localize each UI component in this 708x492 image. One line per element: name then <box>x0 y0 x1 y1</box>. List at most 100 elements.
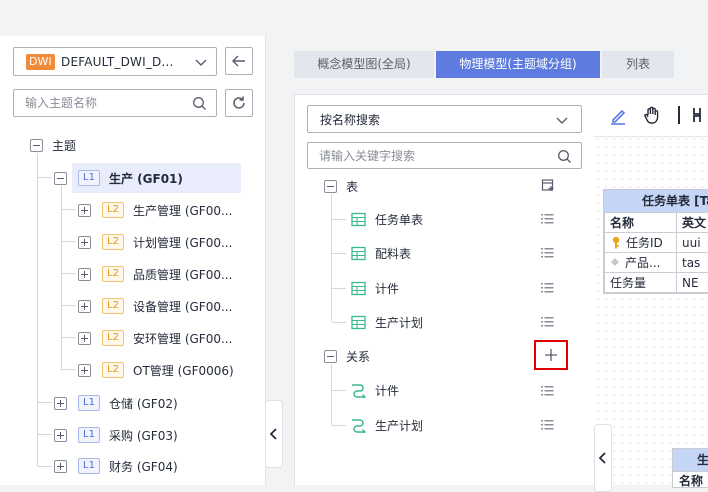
tree-connector <box>332 390 346 391</box>
entity-card[interactable]: 任务单表 [Ta 名称 英文 任务ID uui 产品... tas 任务量 NE <box>603 189 708 294</box>
table-item[interactable]: 生产计划 <box>351 312 423 332</box>
tree-connector <box>62 337 76 338</box>
collapse-icon[interactable] <box>324 180 337 193</box>
tree-node-l2[interactable]: L2 生产管理 (GF00... <box>78 200 232 220</box>
refresh-icon <box>231 95 247 111</box>
expand-icon[interactable] <box>78 268 91 281</box>
tree-connector <box>62 209 76 210</box>
subject-search-input[interactable] <box>25 95 175 111</box>
tree-connector <box>62 369 76 370</box>
tab-list[interactable]: 列表 <box>602 51 674 78</box>
expand-icon[interactable] <box>78 204 91 217</box>
tab-physical-model[interactable]: 物理模型(主题域分组) <box>436 51 600 78</box>
relation-item[interactable]: 计件 <box>351 380 399 400</box>
chevron-down-icon <box>194 55 208 69</box>
subject-search-box[interactable] <box>13 89 217 117</box>
group-relations[interactable]: 关系 <box>324 346 370 366</box>
keyword-search-box[interactable] <box>307 142 582 169</box>
table-icon <box>351 212 366 227</box>
collapse-middle-panel-button[interactable] <box>594 424 612 492</box>
workspace-select[interactable]: DWI DEFAULT_DWI_D... <box>13 47 217 76</box>
entity-title: 生 <box>673 449 708 471</box>
expand-icon[interactable] <box>78 364 91 377</box>
tree-connector <box>332 219 346 220</box>
more-list-icon[interactable] <box>541 385 554 397</box>
layout-icon[interactable] <box>692 106 708 124</box>
table-item-label: 配料表 <box>375 245 411 262</box>
add-relation-button[interactable] <box>534 340 568 370</box>
tree-node-label: OT管理 (GF0006) <box>133 362 234 379</box>
tree-connector <box>331 364 332 425</box>
field-name-cell: 任务ID <box>605 233 677 253</box>
entity-fields-table: 名称 英文 任务ID uui 产品... tas 任务量 NE <box>604 212 708 293</box>
tree-node-l1[interactable]: L1 财务 (GF04) <box>54 456 178 476</box>
new-table-icon[interactable] <box>541 178 555 192</box>
key-icon <box>610 236 622 249</box>
tree-node-l1[interactable]: L1 仓储 (GF02) <box>54 393 178 413</box>
tree-node-label: 设备管理 (GF00... <box>133 298 232 315</box>
tree-node-l2[interactable]: L2 OT管理 (GF0006) <box>78 360 234 380</box>
expand-icon[interactable] <box>54 460 67 473</box>
keyword-search-input[interactable] <box>319 148 469 164</box>
tree-node-l2[interactable]: L2 安环管理 (GF00... <box>78 328 232 348</box>
collapse-icon[interactable] <box>54 172 67 185</box>
search-icon[interactable] <box>557 149 572 164</box>
table-item[interactable]: 任务单表 <box>351 209 423 229</box>
level-tag: L2 <box>102 298 124 314</box>
more-list-icon[interactable] <box>541 213 554 225</box>
table-icon <box>351 246 366 261</box>
tree-connector <box>38 402 52 403</box>
hand-icon[interactable] <box>642 105 662 125</box>
group-tables[interactable]: 表 <box>324 176 358 196</box>
table-row: 产品... tas <box>605 253 708 273</box>
table-item-label: 任务单表 <box>375 211 423 228</box>
tree-node-l2[interactable]: L2 品质管理 (GF00... <box>78 264 232 284</box>
relation-item-label: 生产计划 <box>375 417 423 434</box>
tree-node-l1[interactable]: L1 生产 (GF01) <box>54 168 183 188</box>
search-icon[interactable] <box>192 96 207 111</box>
arrow-left-icon <box>231 53 247 69</box>
column-header: 英文 <box>676 213 708 233</box>
tree-connector <box>38 434 52 435</box>
level-tag: L2 <box>102 362 124 378</box>
tree-node-l1[interactable]: L1 采购 (GF03) <box>54 425 178 445</box>
column-header: 名称 <box>605 213 677 233</box>
tree-connector <box>62 241 76 242</box>
diamond-icon <box>610 257 620 267</box>
tree-node-root[interactable]: 主题 <box>30 135 76 155</box>
field-en-cell: uui <box>676 233 708 253</box>
field-name-cell: 产品... <box>605 253 677 273</box>
refresh-button[interactable] <box>225 89 253 117</box>
tree-node-l2[interactable]: L2 计划管理 (GF00... <box>78 232 232 252</box>
expand-icon[interactable] <box>78 300 91 313</box>
table-item[interactable]: 计件 <box>351 278 399 298</box>
search-mode-select[interactable]: 按名称搜索 <box>307 105 582 133</box>
brush-icon[interactable] <box>608 106 628 126</box>
more-list-icon[interactable] <box>541 247 554 259</box>
expand-icon[interactable] <box>78 332 91 345</box>
entity-card[interactable]: 生 名称 <box>672 448 708 488</box>
relation-item-label: 计件 <box>375 382 399 399</box>
collapse-left-panel-button[interactable] <box>265 400 283 468</box>
relation-icon <box>351 383 366 398</box>
expand-icon[interactable] <box>54 429 67 442</box>
tree-node-label: 采购 (GF03) <box>109 427 178 444</box>
expand-icon[interactable] <box>54 397 67 410</box>
more-list-icon[interactable] <box>541 316 554 328</box>
tree-connector <box>37 153 38 466</box>
tab-conceptual-model[interactable]: 概念模型图(全局) <box>294 51 434 78</box>
expand-icon[interactable] <box>78 236 91 249</box>
tree-node-l2[interactable]: L2 设备管理 (GF00... <box>78 296 232 316</box>
table-icon <box>351 315 366 330</box>
chevron-down-icon <box>555 113 569 127</box>
workspace-badge: DWI <box>26 54 55 70</box>
tree-connector <box>62 305 76 306</box>
collapse-icon[interactable] <box>30 139 43 152</box>
workspace-name: DEFAULT_DWI_D... <box>61 54 174 70</box>
relation-item[interactable]: 生产计划 <box>351 415 423 435</box>
collapse-icon[interactable] <box>324 350 337 363</box>
back-button[interactable] <box>225 47 253 75</box>
more-list-icon[interactable] <box>541 419 554 431</box>
table-item[interactable]: 配料表 <box>351 243 411 263</box>
more-list-icon[interactable] <box>541 282 554 294</box>
